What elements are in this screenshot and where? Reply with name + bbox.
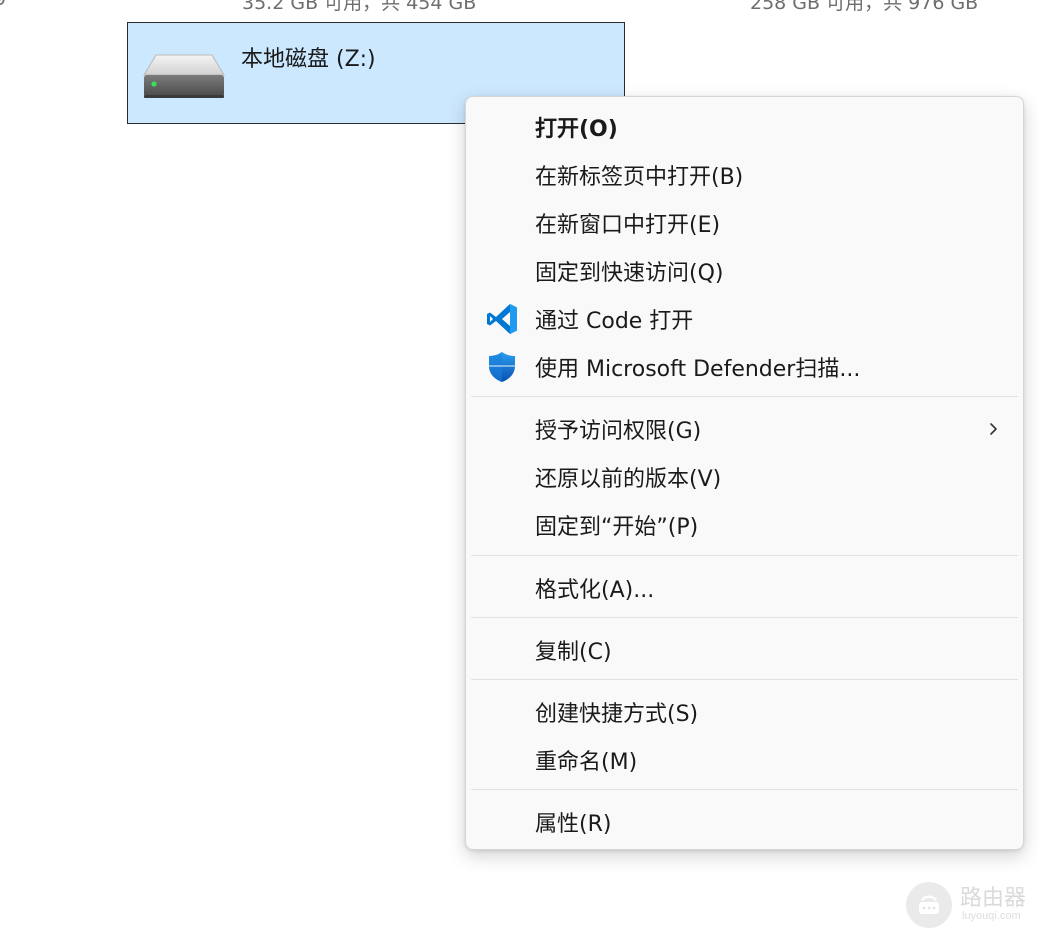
menu-item-pin-quick-access[interactable]: 固定到快速访问(Q) <box>470 249 1019 293</box>
menu-item-label: 格式化(A)... <box>535 578 655 603</box>
menu-separator <box>471 789 1018 790</box>
menu-item-label: 属性(R) <box>535 812 612 837</box>
menu-item-pin-start[interactable]: 固定到“开始”(P) <box>470 503 1019 547</box>
menu-item-label: 创建快捷方式(S) <box>535 702 699 727</box>
menu-item-open[interactable]: 打开(O) <box>470 105 1019 149</box>
menu-item-label: 打开(O) <box>535 117 618 142</box>
menu-item-create-shortcut[interactable]: 创建快捷方式(S) <box>470 690 1019 734</box>
menu-separator <box>471 555 1018 556</box>
menu-item-open-with-code[interactable]: 通过 Code 打开 <box>470 297 1019 341</box>
watermark-logo-icon <box>906 882 952 928</box>
menu-separator <box>471 396 1018 397</box>
menu-item-label: 还原以前的版本(V) <box>535 467 722 492</box>
menu-item-label: 重命名(M) <box>535 750 638 775</box>
menu-item-copy[interactable]: 复制(C) <box>470 628 1019 672</box>
menu-item-rename[interactable]: 重命名(M) <box>470 738 1019 782</box>
menu-item-label: 固定到快速访问(Q) <box>535 261 724 286</box>
defender-shield-icon <box>489 352 515 382</box>
watermark-subtitle: luyouqi.com <box>962 910 1021 922</box>
menu-item-label: 使用 Microsoft Defender扫描... <box>535 357 861 382</box>
drive-name-label: 本地磁盘 (Z:) <box>241 47 376 72</box>
watermark-title: 路由器 <box>960 886 1027 911</box>
menu-item-give-access[interactable]: 授予访问权限(G) <box>470 407 1019 451</box>
vscode-icon <box>487 304 517 334</box>
menu-item-format[interactable]: 格式化(A)... <box>470 566 1019 610</box>
menu-item-open-new-window[interactable]: 在新窗口中打开(E) <box>470 201 1019 245</box>
menu-item-label: 在新窗口中打开(E) <box>535 213 721 238</box>
menu-item-label: 在新标签页中打开(B) <box>535 165 744 190</box>
hard-drive-icon <box>143 54 225 98</box>
menu-item-restore-previous[interactable]: 还原以前的版本(V) <box>470 455 1019 499</box>
menu-item-label: 复制(C) <box>535 640 612 665</box>
chevron-right-icon <box>990 423 997 435</box>
menu-item-defender-scan[interactable]: 使用 Microsoft Defender扫描... <box>470 345 1019 389</box>
menu-item-label: 固定到“开始”(P) <box>535 515 699 540</box>
menu-separator <box>471 617 1018 618</box>
menu-separator <box>471 679 1018 680</box>
menu-item-open-new-tab[interactable]: 在新标签页中打开(B) <box>470 153 1019 197</box>
previous-drive-space-right: 258 GB 可用，共 976 GB <box>750 0 979 14</box>
previous-drive-space: 35.2 GB 可用，共 454 GB <box>242 0 477 14</box>
watermark: 路由器 luyouqi.com <box>906 880 1040 930</box>
previous-drive-text: 9 <box>0 0 6 10</box>
menu-item-label: 授予访问权限(G) <box>535 419 702 444</box>
menu-item-label: 通过 Code 打开 <box>535 309 694 334</box>
menu-item-properties[interactable]: 属性(R) <box>470 800 1019 844</box>
previous-drive-row: 9 35.2 GB 可用，共 454 GB 258 GB 可用，共 976 GB <box>0 0 1048 14</box>
context-menu: 打开(O) 在新标签页中打开(B) 在新窗口中打开(E) 固定到快速访问(Q) … <box>465 96 1024 850</box>
